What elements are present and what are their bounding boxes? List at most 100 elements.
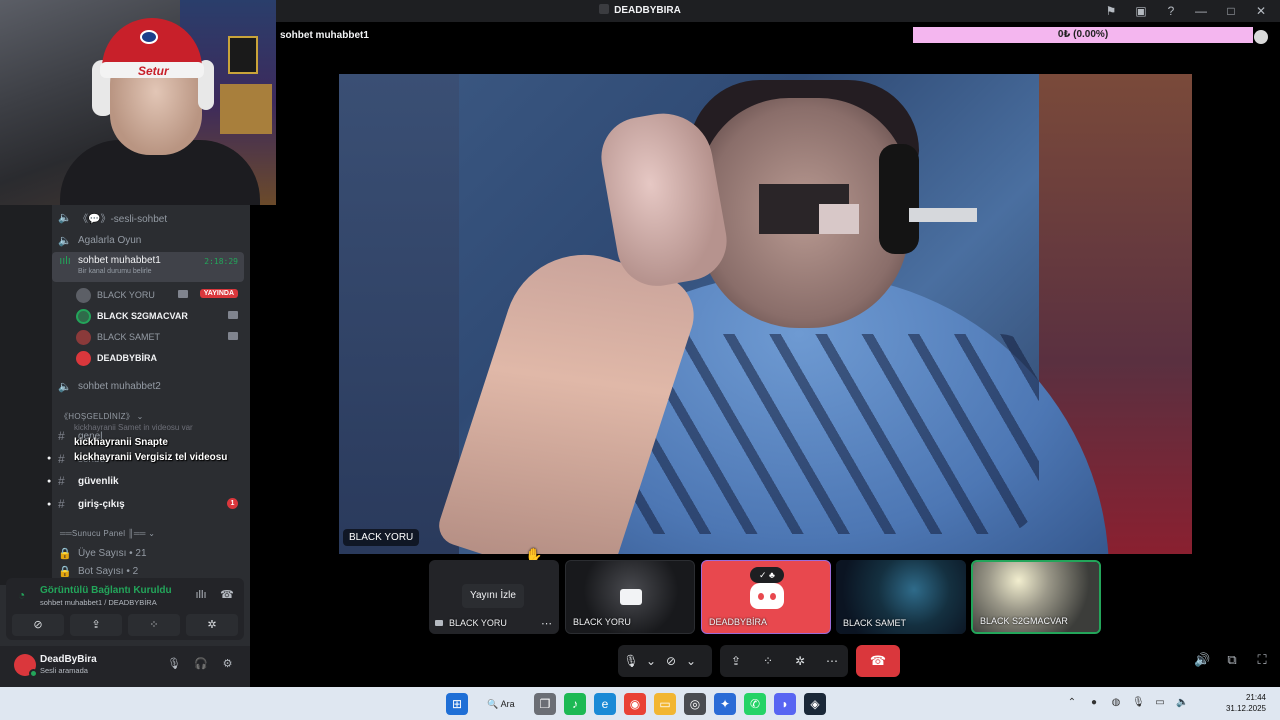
- help-icon[interactable]: ?: [1164, 4, 1178, 18]
- activities-button[interactable]: ⁘: [128, 614, 180, 636]
- hang-up-button[interactable]: ☎: [856, 645, 900, 677]
- soundboard-button[interactable]: ✲: [186, 614, 238, 636]
- clock-time: 21:44: [1245, 693, 1266, 702]
- screen-icon[interactable]: ▣: [1134, 4, 1148, 18]
- headphones-icon[interactable]: 🎧: [194, 658, 208, 671]
- category-hosgeldiniz[interactable]: 《HOŞGELDİNİZ》 ⌄: [60, 411, 144, 422]
- volume-icon[interactable]: 🔊: [1194, 652, 1210, 668]
- close-icon[interactable]: ✕: [1254, 4, 1268, 18]
- edge-icon[interactable]: e: [594, 692, 616, 715]
- channel-label: giriş-çıkış: [78, 498, 125, 510]
- steam-icon[interactable]: ◈: [804, 692, 826, 715]
- settings-gear-icon[interactable]: ⚙: [221, 658, 234, 671]
- network-icon[interactable]: ◍: [1110, 696, 1122, 710]
- chrome-icon[interactable]: ◉: [624, 692, 646, 715]
- chat-nick: kickhayranii: [74, 437, 132, 448]
- member-name: BLACK YORU: [97, 290, 155, 300]
- watch-stream-button[interactable]: Yayını İzle: [462, 584, 524, 608]
- chevron-down-icon[interactable]: ⌄: [644, 648, 658, 674]
- user-panel: DeadByBira Sesli aramada 🎙 🎧 ⚙: [0, 646, 250, 687]
- microphone-tray-icon[interactable]: 🎙: [1132, 696, 1145, 710]
- speaker-tray-icon[interactable]: 🔈: [1176, 696, 1188, 710]
- member-black-samet[interactable]: BLACK SAMET: [76, 327, 244, 347]
- more-options-icon[interactable]: ⋯: [541, 617, 552, 630]
- member-deadbybira[interactable]: DEADBYBİRA: [76, 348, 244, 368]
- discord-taskbar-icon[interactable]: ◗: [774, 692, 796, 715]
- text-channel-guvenlik[interactable]: # güvenlik: [52, 471, 244, 491]
- connection-title: Görüntülü Bağlantı Kuruldu: [40, 585, 172, 596]
- member-name: BLACK SAMET: [97, 332, 161, 342]
- fullscreen-icon[interactable]: ⛶: [1254, 652, 1270, 668]
- tile-name: BLACK YORU: [573, 617, 631, 627]
- chevron-up-icon[interactable]: ⌃: [1066, 696, 1078, 710]
- settings-app-icon[interactable]: ✦: [714, 692, 736, 715]
- noise-suppression-icon[interactable]: ıllı: [194, 588, 208, 602]
- voice-channel-sesli-sohbet[interactable]: 🔈 《💬》-sesli-sohbet: [52, 206, 244, 228]
- hashtag-icon: #: [58, 429, 65, 443]
- signal-icon[interactable]: ◔: [18, 588, 32, 602]
- voice-channel-sohbet-muhabbet1[interactable]: ıılı sohbet muhabbet1 2:18:29 Bir kanal …: [52, 252, 244, 282]
- tile-camera-black-yoru[interactable]: BLACK YORU: [565, 560, 695, 634]
- call-timer: 2:18:29: [204, 257, 238, 266]
- tile-deadbybira[interactable]: ✓ ♣ DEADBYBİRA: [701, 560, 831, 634]
- voice-channel-sohbet-muhabbet2[interactable]: 🔈 sohbet muhabbet2: [52, 375, 244, 397]
- voice-channel-agalarla-oyun[interactable]: 🔈 Agalarla Oyun: [52, 229, 244, 251]
- tile-black-samet[interactable]: BLACK SAMET: [836, 560, 966, 634]
- chat-text: Snapte: [134, 437, 168, 448]
- tile-stream-black-yoru[interactable]: Yayını İzle BLACK YORU ⋯: [429, 560, 559, 634]
- whatsapp-icon[interactable]: ✆: [744, 692, 766, 715]
- stat-channel-uye[interactable]: 🔒 Üye Sayısı • 21: [52, 542, 244, 564]
- text-channel-giris-cikis[interactable]: # giriş-çıkış 1: [52, 494, 244, 514]
- tile-black-s2gmacvar[interactable]: BLACK S2GMACVAR: [971, 560, 1101, 634]
- pop-out-icon[interactable]: ⧉: [1224, 652, 1240, 668]
- mention-badge: 1: [227, 498, 238, 509]
- tray-app-icon[interactable]: ●: [1088, 696, 1100, 710]
- microphone-icon[interactable]: 🎙: [618, 648, 644, 674]
- screen-share-button[interactable]: ⇪: [70, 614, 122, 636]
- taskbar-search[interactable]: 🔍 Ara: [476, 693, 526, 715]
- maximize-icon[interactable]: □: [1224, 4, 1238, 18]
- display-icon[interactable]: ▭: [1154, 696, 1166, 710]
- member-black-yoru[interactable]: BLACK YORU YAYINDA: [76, 285, 244, 305]
- microphone-icon[interactable]: 🎙: [167, 658, 181, 671]
- camera-off-button[interactable]: ⊘: [12, 614, 64, 636]
- camera-icon: [620, 589, 642, 605]
- chevron-down-icon[interactable]: ⌄: [684, 648, 698, 674]
- channel-label: güvenlik: [78, 475, 119, 487]
- category-label: 《HOŞGELDİNİZ》: [60, 412, 135, 421]
- camera-icon: [178, 290, 188, 298]
- windows-start-icon[interactable]: ⊞: [446, 692, 468, 715]
- tile-name: DEADBYBİRA: [709, 617, 768, 627]
- task-view-icon[interactable]: ❐: [534, 692, 556, 715]
- more-options-icon[interactable]: ⋯: [819, 648, 845, 674]
- screen-share-icon[interactable]: ⇪: [723, 648, 749, 674]
- video-name-label: BLACK YORU: [343, 529, 420, 546]
- stat-channel-bot[interactable]: 🔒 Bot Sayısı • 2: [52, 565, 244, 578]
- camera-icon: [228, 311, 238, 319]
- activities-icon[interactable]: ⁘: [755, 648, 781, 674]
- inbox-icon[interactable]: ⚑: [1104, 4, 1118, 18]
- channel-title: sohbet muhabbet1: [280, 30, 369, 41]
- avatar[interactable]: [14, 654, 38, 678]
- online-status-dot: [29, 669, 38, 678]
- search-label: Ara: [500, 698, 515, 709]
- hashtag-icon: #: [58, 452, 65, 466]
- camera-off-icon[interactable]: ⊘: [658, 648, 684, 674]
- channel-label: 《💬》-sesli-sohbet: [78, 213, 168, 225]
- camera-icon: [228, 332, 238, 340]
- tile-name: BLACK YORU: [449, 618, 507, 628]
- member-black-s2gmacvar[interactable]: BLACK S2GMACVAR: [76, 306, 244, 326]
- hat-logo: [140, 30, 158, 44]
- category-sunucu-panel[interactable]: ══Sunucu Panel ║══ ⌄: [60, 529, 155, 538]
- minimize-icon[interactable]: —: [1194, 4, 1208, 18]
- spotify-icon[interactable]: ♪: [564, 692, 586, 715]
- soundboard-icon[interactable]: ✲: [787, 648, 813, 674]
- connection-subtitle[interactable]: sohbet muhabbet1 / DEADBYBİRA: [40, 598, 157, 607]
- focused-video[interactable]: [339, 74, 1192, 554]
- channel-status[interactable]: Bir kanal durumu belirle: [78, 268, 152, 275]
- taskbar-clock[interactable]: 21:44 31.12.2025: [1226, 692, 1266, 714]
- obs-icon[interactable]: ◎: [684, 692, 706, 715]
- file-explorer-icon[interactable]: ▭: [654, 692, 676, 715]
- disconnect-icon[interactable]: ☎: [220, 588, 234, 602]
- voice-activity-icon: ıılı: [59, 255, 71, 267]
